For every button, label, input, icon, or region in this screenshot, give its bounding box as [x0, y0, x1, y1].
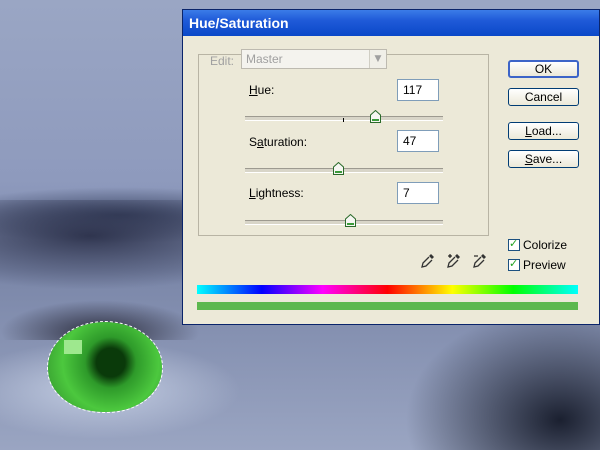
ok-button[interactable]: OK: [508, 60, 579, 78]
eyedropper-minus-icon[interactable]: [473, 253, 487, 269]
hue-center-tick: [343, 118, 344, 122]
preview-checkbox[interactable]: [508, 257, 520, 271]
load-button[interactable]: Load...: [508, 122, 579, 140]
lightness-slider-track[interactable]: [245, 220, 443, 225]
hue-slider-thumb[interactable]: [370, 110, 382, 123]
selected-iris: [47, 321, 163, 413]
saturation-slider-thumb[interactable]: [332, 162, 344, 175]
edit-channel-value: Master: [246, 52, 283, 66]
edit-channel-select[interactable]: Master ▼: [241, 49, 387, 69]
dialog-title: Hue/Saturation: [189, 15, 289, 31]
saturation-input[interactable]: 47: [397, 130, 439, 152]
preview-label: Preview: [523, 258, 566, 272]
hue-input[interactable]: 117: [397, 79, 439, 101]
title-bar[interactable]: Hue/Saturation: [183, 10, 599, 36]
color-spectrum-bar: [197, 285, 578, 294]
edit-group-box: [198, 54, 489, 236]
iris-highlight: [64, 340, 82, 354]
hue-label: Hue:: [249, 83, 275, 97]
eyedropper-icon[interactable]: [421, 253, 435, 269]
chevron-down-icon[interactable]: ▼: [369, 50, 386, 68]
colorize-checkbox[interactable]: [508, 237, 520, 251]
cancel-button[interactable]: Cancel: [508, 88, 579, 106]
adjusted-color-bar: [197, 302, 578, 310]
save-button[interactable]: Save...: [508, 150, 579, 168]
saturation-slider-track[interactable]: [245, 168, 443, 173]
saturation-label: Saturation:: [249, 135, 308, 149]
lightness-input[interactable]: 7: [397, 182, 439, 204]
lightness-label: Lightness:: [249, 186, 304, 200]
hue-saturation-dialog: Hue/Saturation Edit: Master ▼ Hue: 117 S…: [182, 9, 600, 325]
hue-slider-track[interactable]: [245, 116, 443, 121]
colorize-label: Colorize: [523, 238, 568, 252]
edit-label: Edit:: [210, 54, 235, 68]
lightness-slider-thumb[interactable]: [345, 214, 357, 227]
eyedropper-plus-icon[interactable]: [447, 253, 461, 269]
